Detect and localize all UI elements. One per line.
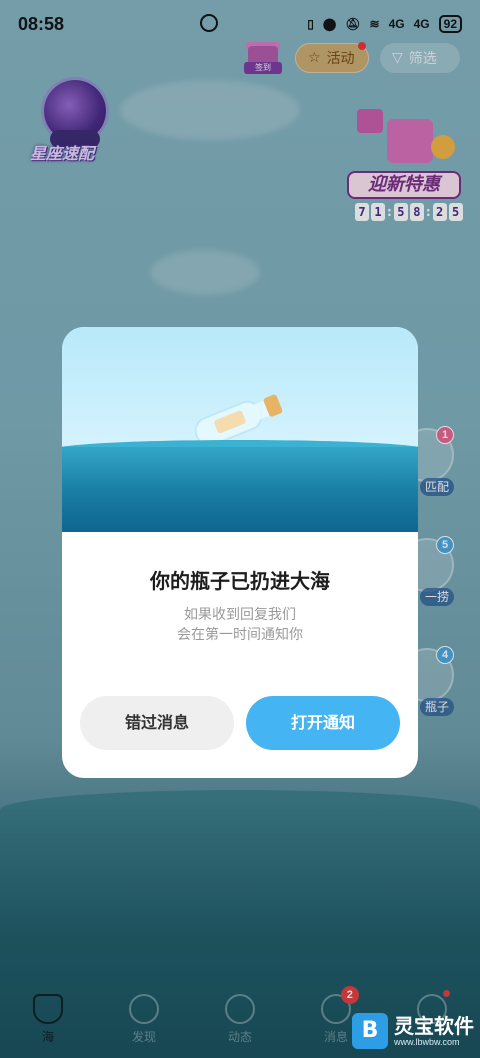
watermark-text: 灵宝软件 (394, 1014, 474, 1038)
dialog-subtitle-line: 如果收到回复我们 (184, 607, 296, 623)
dialog-title: 你的瓶子已扔进大海 (150, 569, 330, 593)
dialog-water (62, 447, 418, 532)
dialog-subtitle: 如果收到回复我们 会在第一时间通知你 (62, 605, 418, 645)
miss-messages-button[interactable]: 错过消息 (80, 696, 234, 750)
watermark-logo-icon: B (352, 1013, 388, 1049)
enable-notifications-button[interactable]: 打开通知 (246, 696, 400, 750)
bottle-sent-dialog: 你的瓶子已扔进大海 如果收到回复我们 会在第一时间通知你 错过消息 打开通知 (62, 327, 418, 778)
dialog-subtitle-line: 会在第一时间通知你 (177, 627, 303, 643)
watermark-url: www.lbwbw.com (394, 1037, 460, 1047)
watermark-text-group: 灵宝软件 www.lbwbw.com (394, 1015, 474, 1047)
watermark: B 灵宝软件 www.lbwbw.com (352, 1010, 476, 1052)
